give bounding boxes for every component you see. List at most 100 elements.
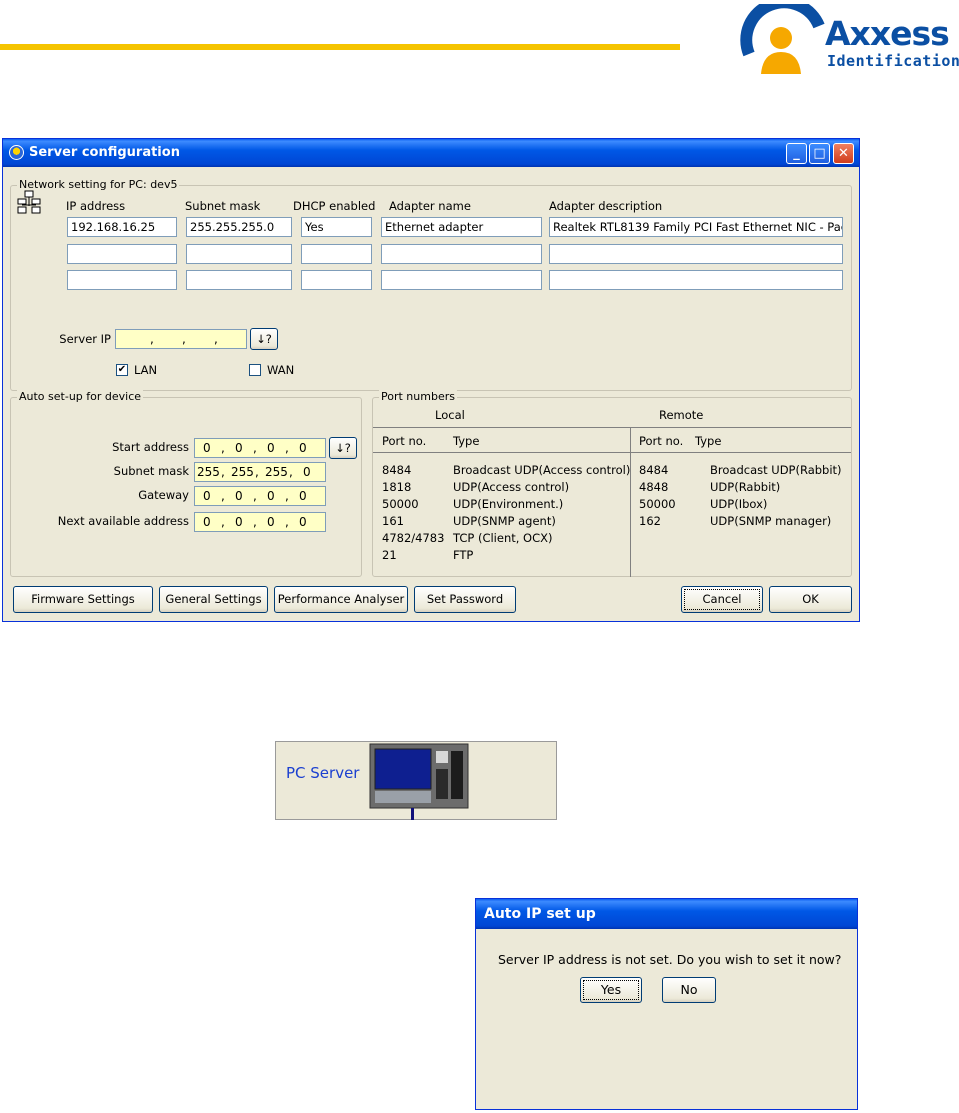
remote-port-header: Port no. — [639, 434, 684, 448]
subnet-octet-1: 255 — [197, 465, 220, 479]
dhcp-field-2[interactable] — [301, 244, 372, 264]
subnet-field-1[interactable]: 255.255.255.0 — [186, 217, 292, 237]
device-terminal-icon[interactable] — [369, 743, 469, 809]
local-type-2: UDP(Access control) — [453, 480, 570, 494]
server-ip-lookup-button[interactable]: ↓? — [250, 328, 278, 350]
remote-label: Remote — [659, 408, 704, 422]
wan-checkbox[interactable] — [249, 364, 261, 376]
gateway-octet-3: 0 — [267, 489, 275, 503]
desc-header: Adapter description — [549, 199, 663, 213]
next-octet-3: 0 — [267, 515, 275, 529]
logo-word: Axxess — [825, 14, 950, 53]
subnet-field-3[interactable] — [186, 270, 292, 290]
local-type-3: UDP(Environment.) — [453, 497, 564, 511]
gateway-octet-4: 0 — [299, 489, 307, 503]
ip-field-1[interactable]: 192.168.16.25 — [67, 217, 177, 237]
subnet-octet-4: 0 — [303, 465, 311, 479]
start-address-field[interactable]: 0 , 0 , 0 , 0 — [194, 438, 326, 458]
subnet-mask-field[interactable]: 255 , 255 , 255 , 0 — [194, 462, 326, 482]
cancel-button[interactable]: Cancel — [681, 586, 763, 613]
firmware-settings-button[interactable]: Firmware Settings — [13, 586, 153, 613]
maximize-button[interactable]: □ — [809, 143, 830, 164]
local-port-3: 50000 — [382, 497, 419, 511]
subnet-header: Subnet mask — [185, 199, 261, 213]
logo-subtitle: Identification — [827, 52, 959, 70]
logo-person-icon — [740, 4, 825, 74]
remote-port-2: 4848 — [639, 480, 669, 494]
start-octet-3: 0 — [267, 441, 275, 455]
remote-type-1: Broadcast UDP(Rabbit) — [710, 463, 842, 477]
set-password-button[interactable]: Set Password — [414, 586, 516, 613]
dhcp-field-3[interactable] — [301, 270, 372, 290]
server-ip-label: Server IP — [59, 332, 111, 346]
wan-label: WAN — [267, 363, 295, 377]
remote-type-2: UDP(Rabbit) — [710, 480, 781, 494]
auto-ip-dialog: Auto IP set up Server IP address is not … — [475, 898, 858, 1110]
local-type-4: UDP(SNMP agent) — [453, 514, 556, 528]
lan-label: LAN — [134, 363, 158, 377]
no-button[interactable]: No — [662, 977, 716, 1003]
adapter-field-2[interactable] — [381, 244, 542, 264]
axxess-logo: Axxess Identification — [737, 4, 959, 74]
ports-table-border — [373, 427, 851, 428]
subnet-mask-label: Subnet mask — [113, 464, 189, 478]
start-address-lookup-button[interactable]: ↓? — [329, 437, 357, 459]
desc-field-2[interactable] — [549, 244, 843, 264]
next-octet-4: 0 — [299, 515, 307, 529]
header-rule — [0, 44, 680, 50]
adapter-header: Adapter name — [389, 199, 471, 213]
desc-field-1[interactable]: Realtek RTL8139 Family PCI Fast Ethernet… — [549, 217, 843, 237]
next-address-field[interactable]: 0 , 0 , 0 , 0 — [194, 512, 326, 532]
network-group-label: Network setting for PC: dev5 — [17, 178, 180, 191]
remote-port-1: 8484 — [639, 463, 669, 477]
ip-field-2[interactable] — [67, 244, 177, 264]
adapter-field-1[interactable]: Ethernet adapter — [381, 217, 542, 237]
gateway-field[interactable]: 0 , 0 , 0 , 0 — [194, 486, 326, 506]
local-label: Local — [435, 408, 465, 422]
gateway-octet-2: 0 — [235, 489, 243, 503]
performance-analyser-button[interactable]: Performance Analyser — [274, 586, 408, 613]
remote-type-4: UDP(SNMP manager) — [710, 514, 832, 528]
lan-checkbox[interactable]: ✔ — [116, 364, 128, 376]
connector-line — [411, 808, 414, 820]
ok-button[interactable]: OK — [769, 586, 852, 613]
general-settings-button[interactable]: General Settings — [159, 586, 268, 613]
gateway-label: Gateway — [138, 488, 189, 502]
local-type-header: Type — [453, 434, 480, 448]
dialog-title: Auto IP set up — [484, 906, 596, 922]
pc-server-panel: PC Server — [275, 741, 557, 820]
network-icon — [17, 190, 41, 214]
start-address-label: Start address — [112, 440, 189, 454]
close-button[interactable]: ✕ — [833, 143, 854, 164]
desc-field-3[interactable] — [549, 270, 843, 290]
adapter-field-3[interactable] — [381, 270, 542, 290]
start-octet-1: 0 — [203, 441, 211, 455]
network-settings-group: Network setting for PC: dev5 IP address … — [10, 178, 852, 391]
next-address-label: Next available address — [57, 514, 189, 528]
minimize-button[interactable]: _ — [786, 143, 807, 164]
next-octet-2: 0 — [235, 515, 243, 529]
window-title: Server configuration — [29, 145, 180, 160]
local-type-5: TCP (Client, OCX) — [453, 531, 553, 545]
gateway-octet-1: 0 — [203, 489, 211, 503]
auto-group-label: Auto set-up for device — [17, 390, 144, 403]
yes-button[interactable]: Yes — [580, 977, 642, 1003]
local-port-6: 21 — [382, 548, 397, 562]
window-titlebar[interactable]: Server configuration _ □ ✕ — [3, 139, 859, 167]
local-port-1: 8484 — [382, 463, 412, 477]
ports-header-divider — [373, 452, 851, 453]
dialog-message: Server IP address is not set. Do you wis… — [498, 952, 842, 967]
subnet-field-2[interactable] — [186, 244, 292, 264]
ip-field-3[interactable] — [67, 270, 177, 290]
app-icon — [9, 145, 24, 160]
next-octet-1: 0 — [203, 515, 211, 529]
local-port-5: 4782/4783 — [382, 531, 445, 545]
ip-header: IP address — [66, 199, 126, 213]
dialog-titlebar[interactable]: Auto IP set up — [476, 899, 857, 929]
server-configuration-window: Server configuration _ □ ✕ Network setti… — [2, 138, 860, 622]
start-octet-4: 0 — [299, 441, 307, 455]
server-ip-field[interactable]: ,,, — [115, 329, 247, 349]
local-type-1: Broadcast UDP(Access control) — [453, 463, 631, 477]
dhcp-field-1[interactable]: Yes — [301, 217, 372, 237]
port-numbers-group: Port numbers Local Remote Port no. Type … — [372, 390, 852, 577]
